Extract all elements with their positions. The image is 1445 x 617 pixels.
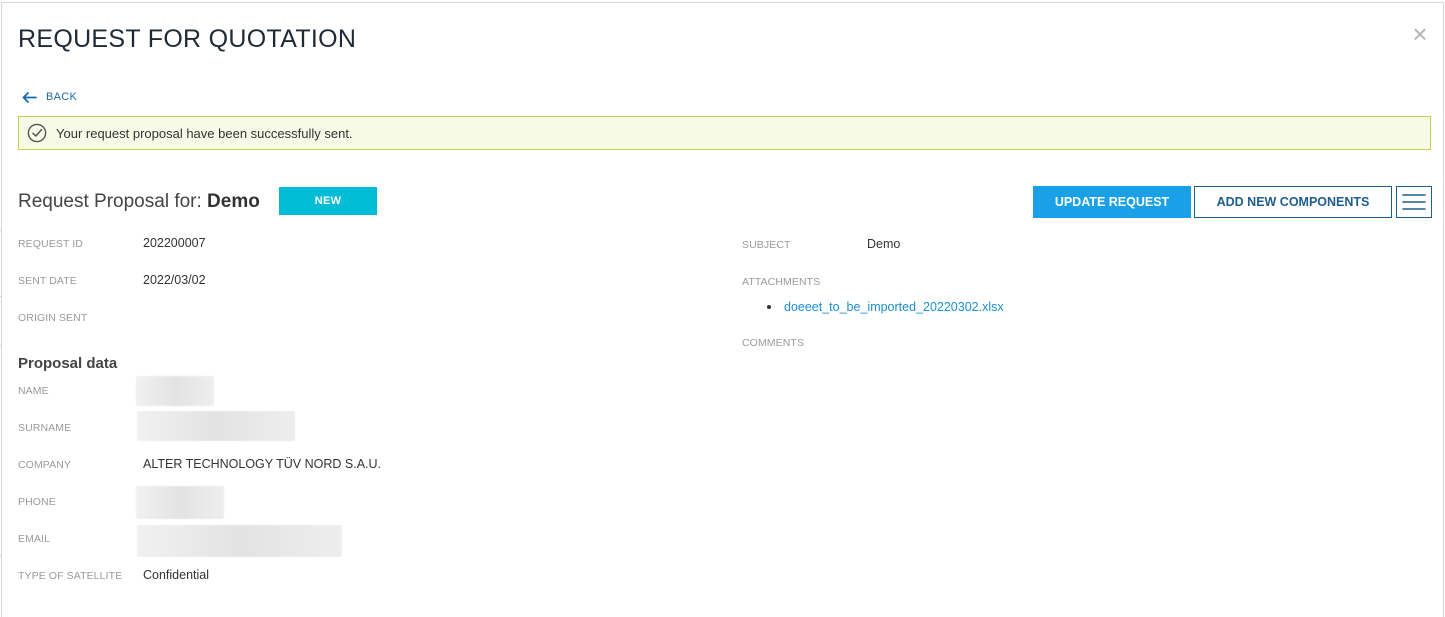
redacted-phone-value: [136, 486, 224, 519]
back-label: BACK: [46, 91, 78, 103]
proposal-title-name: Demo: [207, 191, 260, 212]
attachments-list: doeeet_to_be_imported_20220302.xlsx: [767, 300, 1004, 314]
status-badge: NEW: [279, 187, 377, 215]
comments-label: COMMENTS: [742, 337, 805, 349]
request-id-value: 202200007: [143, 236, 206, 250]
menu-button[interactable]: [1396, 186, 1432, 218]
arrow-left-icon: [22, 91, 37, 103]
rfq-modal: REQUEST FOR QUOTATION × BACK Your reques…: [1, 2, 1444, 617]
subject-value: Demo: [867, 237, 901, 251]
attachments-label: ATTACHMENTS: [742, 276, 821, 288]
back-link[interactable]: BACK: [22, 91, 77, 103]
check-circle-icon: [27, 123, 47, 143]
proposal-data-heading: Proposal data: [18, 355, 118, 372]
list-item: doeeet_to_be_imported_20220302.xlsx: [767, 300, 1004, 314]
bullet: [767, 305, 771, 309]
sent-date-value: 2022/03/02: [143, 273, 206, 287]
request-id-label: REQUEST ID: [18, 238, 83, 250]
phone-label: PHONE: [18, 496, 56, 508]
name-label: NAME: [18, 385, 49, 397]
sent-date-label: SENT DATE: [18, 275, 77, 287]
company-value: ALTER TECHNOLOGY TÜV NORD S.A.U.: [143, 457, 382, 471]
attachment-link[interactable]: doeeet_to_be_imported_20220302.xlsx: [784, 300, 1004, 314]
update-request-button[interactable]: UPDATE REQUEST: [1033, 186, 1191, 218]
origin-sent-label: ORIGIN SENT: [18, 312, 88, 324]
success-alert: Your request proposal have been successf…: [18, 116, 1431, 150]
proposal-title: Request Proposal for: Demo: [18, 191, 260, 213]
redacted-email-value: [137, 525, 342, 557]
satellite-type-value: Confidential: [143, 568, 210, 582]
modal-title: REQUEST FOR QUOTATION: [18, 25, 357, 53]
email-label: EMAIL: [18, 533, 51, 545]
proposal-title-prefix: Request Proposal for:: [18, 191, 202, 212]
redacted-surname-value: [137, 411, 295, 441]
alert-message: Your request proposal have been successf…: [56, 125, 353, 141]
subject-label: SUBJECT: [742, 239, 791, 251]
add-new-components-button[interactable]: ADD NEW COMPONENTS: [1194, 186, 1392, 218]
close-icon[interactable]: ×: [1409, 21, 1431, 47]
surname-label: SURNAME: [18, 422, 72, 434]
company-label: COMPANY: [18, 459, 72, 471]
redacted-name-value: [136, 376, 214, 406]
hamburger-menu-icon: [1402, 194, 1426, 210]
satellite-type-label: TYPE OF SATELLITE: [18, 570, 123, 582]
